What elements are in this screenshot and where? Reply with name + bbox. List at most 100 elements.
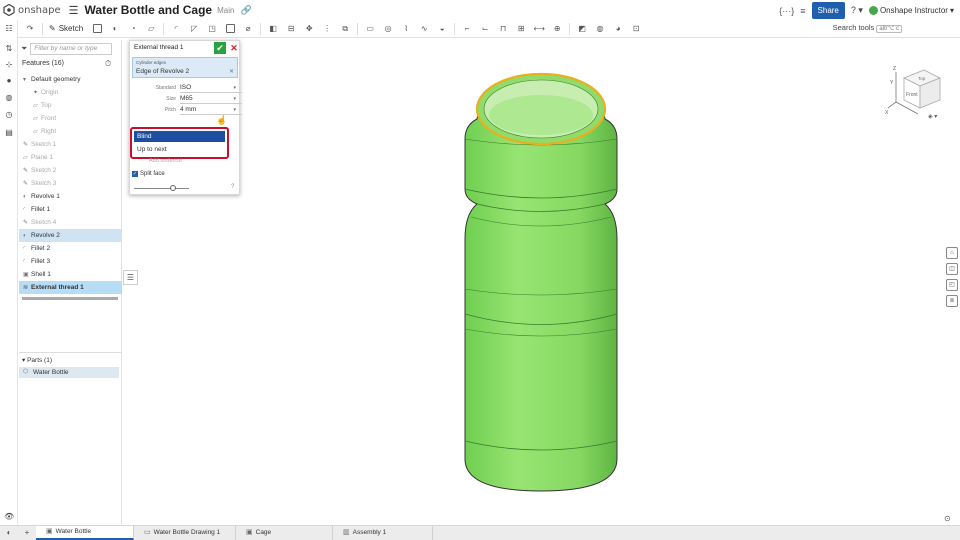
frame-icon[interactable]: ⊞ [515,23,527,34]
render-icon[interactable]: ◍ [594,23,606,34]
mirror-icon[interactable]: ⧉ [339,23,351,34]
share-button[interactable]: Share [811,2,845,19]
tree-item-top[interactable]: ▱ Top [19,99,122,112]
named-views-icon[interactable]: ⌂ [946,247,958,259]
rollback-bar[interactable] [22,297,118,300]
onshape-logo-icon[interactable] [3,4,15,16]
tab-water-bottle-drawing-1[interactable]: ▭ Water Bottle Drawing 1 [134,526,236,540]
configurations-icon[interactable]: ⊹ [4,60,14,70]
tree-item-shell-1[interactable]: ▣ Shell 1 [19,268,122,281]
add-undercut-option[interactable]: Add undercut [149,158,182,164]
tab-tool-icon[interactable]: ⊓ [497,23,509,34]
sheet-metal-icon[interactable]: ⌐ [461,23,473,34]
extrude-icon[interactable] [91,23,103,34]
tab-water-bottle[interactable]: ▣ Water Bottle [36,526,134,540]
tree-item-sketch-2[interactable]: ✎ Sketch 2 [19,164,122,177]
hole-icon[interactable]: ⌀ [242,23,254,34]
tree-item-front[interactable]: ▱ Front [19,112,122,125]
curve-icon[interactable]: ∿ [418,23,430,34]
tree-item-right[interactable]: ▱ Right [19,125,122,138]
tab-cage[interactable]: ▣ Cage [236,526,333,540]
section-plane-icon[interactable]: ◰ [946,279,958,291]
rollback-clock-icon[interactable]: ⏱ [105,59,111,69]
tree-item-origin[interactable]: ✦ Origin [19,86,122,99]
tree-item-revolve-1[interactable]: ◐ Revolve 1 [19,190,122,203]
help-circle-icon[interactable]: ? [231,184,234,190]
helix-icon[interactable]: ⌇ [400,23,412,34]
option-blind[interactable]: Blind [134,131,225,142]
measure-icon[interactable]: ⟷ [533,23,545,34]
view-cube[interactable]: Top Front Z Y X ◈ ▾ [882,58,952,128]
redo-icon[interactable]: ↷ [24,23,36,34]
plane-tool-icon[interactable]: ▭ [364,23,376,34]
sweep-icon[interactable]: ◔ [127,23,139,34]
tree-item-sketch-1[interactable]: ✎ Sketch 1 [19,138,122,151]
mate-connector-icon[interactable]: ◎ [382,23,394,34]
transform-icon[interactable]: ✥ [303,23,315,34]
surface-icon[interactable]: ◒ [436,23,448,34]
cancel-close-icon[interactable]: ✕ [229,42,239,54]
toggle-panel-icon[interactable]: ☰ [123,270,138,285]
shell-tool-icon[interactable] [224,23,236,34]
water-bottle-model[interactable] [139,39,945,525]
tree-item-fillet-1[interactable]: ◜ Fillet 1 [19,203,122,216]
code-icon[interactable]: {···} [779,6,794,16]
tree-item-default-geometry[interactable]: ▾ Default geometry [19,73,122,86]
comments-icon[interactable]: ● [4,76,14,86]
appearance-panel-icon[interactable]: ◍ [4,93,14,103]
flange-icon[interactable]: ⌙ [479,23,491,34]
tree-item-revolve-2[interactable]: ◐ Revolve 2 [19,229,122,242]
explode-view-icon[interactable]: ⧈ [946,295,958,307]
section-view-icon[interactable]: ◩ [576,23,588,34]
variable-icon[interactable]: ⊕ [551,23,563,34]
cylinder-edges-selection[interactable]: Cylinder edges Edge of Revolve 2 ✕ [132,57,238,78]
display-states-icon[interactable]: ◫ [946,263,958,275]
logo-text[interactable]: onshape [18,5,61,16]
visibility-icon[interactable]: 👁 [4,512,14,522]
link-icon[interactable]: 🔗 [240,5,251,16]
option-up-to-next[interactable]: Up to next [134,144,225,155]
filter-icon[interactable]: ⏷ [21,44,27,54]
pitch-field[interactable]: Pitch 4 mm ▾ [134,105,242,115]
size-field[interactable]: Size M65 ▾ [134,94,242,104]
user-menu[interactable]: Onshape Instructor ▾ [868,6,954,15]
graphics-viewport[interactable] [139,39,945,525]
revolve-tool-icon[interactable]: ◐ [109,23,121,34]
split-face-row[interactable]: ✓ Split face [132,171,165,177]
tree-item-fillet-3[interactable]: ◜ Fillet 3 [19,255,122,268]
camera-icon[interactable]: ⊙ [944,514,951,523]
versions-icon[interactable]: ≡ [800,6,805,16]
tab-assembly-1[interactable]: ▥ Assembly 1 [333,526,433,540]
preview-slider-handle[interactable] [170,185,176,191]
fillet-tool-icon[interactable]: ◜ [170,23,182,34]
parts-header[interactable]: ▾ Parts (1) [22,356,52,364]
split-icon[interactable]: ⊟ [285,23,297,34]
part-item-water-bottle[interactable]: ⬡ Water Bottle [19,367,119,378]
tree-item-fillet-2[interactable]: ◜ Fillet 2 [19,242,122,255]
history-icon[interactable]: ◷ [4,110,14,120]
split-face-checkbox[interactable]: ✓ [132,171,138,177]
tree-item-external-thread-1[interactable]: ≋ External thread 1 [19,281,122,294]
loft-icon[interactable]: ▱ [145,23,157,34]
custom-feature-icon[interactable]: ⊡ [630,23,642,34]
feature-list-icon[interactable]: ☷ [4,24,14,34]
tree-item-plane-1[interactable]: ▱ Plane 1 [19,151,122,164]
boolean-icon[interactable]: ◧ [267,23,279,34]
appearance-icon[interactable]: ◕ [612,23,624,34]
search-tools-button[interactable]: Search tools alt/⌥ c [833,23,902,33]
help-icon[interactable]: ? ▾ [851,5,863,16]
draft-icon[interactable]: ◳ [206,23,218,34]
tree-item-sketch-3[interactable]: ✎ Sketch 3 [19,177,122,190]
confirm-check-icon[interactable]: ✔ [214,42,226,54]
tree-item-sketch-4[interactable]: ✎ Sketch 4 [19,216,122,229]
end-type-dropdown[interactable]: Blind Up to next [130,127,229,159]
filter-input[interactable]: Filter by name or type [30,43,113,55]
tab-manager-icon[interactable]: ◐ [0,526,18,540]
standard-field[interactable]: Standard ISO ▾ [134,83,242,93]
preview-slider-track[interactable] [134,188,189,189]
sketch-button[interactable]: ✎ Sketch [49,24,83,33]
menu-icon[interactable]: ☰ [69,4,79,17]
clear-selection-icon[interactable]: ✕ [229,68,234,75]
pattern-icon[interactable]: ⋮ [321,23,333,34]
chamfer-icon[interactable]: ◸ [188,23,200,34]
